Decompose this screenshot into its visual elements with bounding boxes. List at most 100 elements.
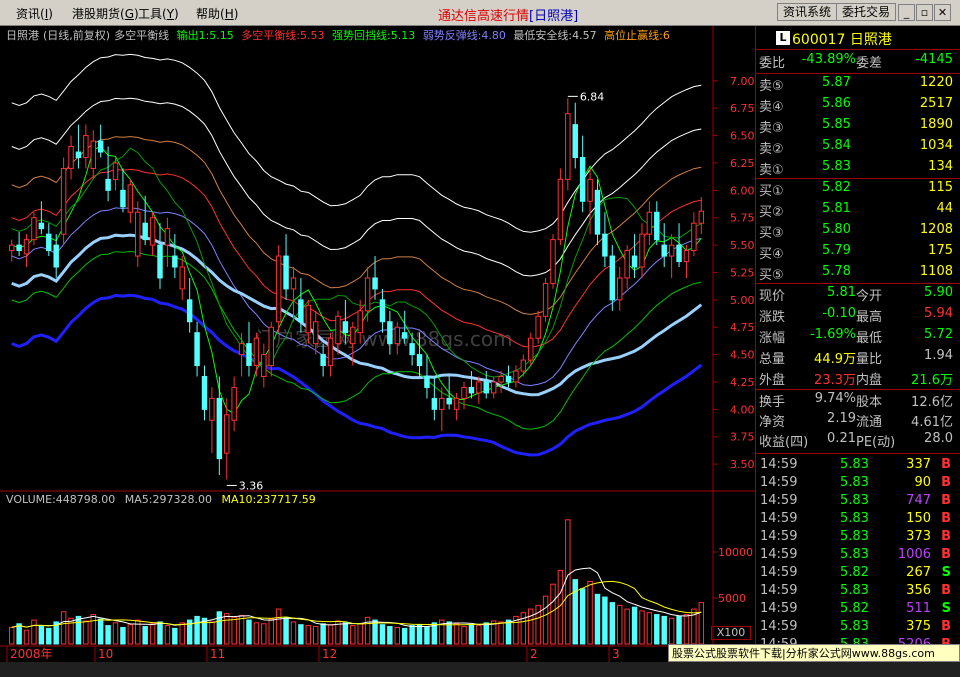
time-tick-label: 12: [322, 647, 337, 661]
stock-header: L 600017 日照港: [756, 26, 960, 50]
menu-info[interactable]: 资讯(I): [16, 5, 53, 22]
restore-icon[interactable]: ▫: [916, 4, 933, 21]
minimize-icon[interactable]: _: [898, 4, 915, 21]
tick-price: 5.83: [840, 583, 869, 598]
candle-body: [23, 239, 30, 255]
fundamental-label: 流通: [856, 415, 883, 430]
volume-bar: [8, 626, 15, 645]
volume-bar: [631, 606, 638, 645]
menu-tools[interactable]: 工具(Y): [138, 5, 179, 22]
volume-bar: [342, 622, 349, 645]
buy-volume: 175: [928, 243, 953, 258]
trade-button[interactable]: 委托交易: [836, 3, 897, 21]
kline-chart-svg[interactable]: 门户家园网 www.88gs.com7.006.756.506.256.005.…: [0, 26, 755, 677]
candle-body: [439, 397, 445, 410]
candle-body: [409, 343, 415, 356]
menu-help[interactable]: 帮助(H): [196, 5, 238, 22]
candle-body: [135, 211, 141, 257]
volume-bar: [75, 615, 82, 645]
tick-volume: 90: [914, 475, 931, 490]
price-tick-label: 3.75: [730, 431, 755, 444]
menu-bar: 资讯(I) 港股期货(G) 工具(Y) 帮助(H) 通达信高速行情[日照港] 资…: [0, 0, 960, 26]
volume-bar: [275, 608, 282, 645]
price-tick-label: 7.00: [730, 75, 755, 88]
buy-volume: 115: [928, 180, 953, 195]
volume-bar: [194, 615, 200, 645]
volume-bar: [357, 623, 363, 645]
candle-body: [594, 189, 601, 235]
sell-price: 5.84: [822, 138, 851, 153]
info-system-button[interactable]: 资讯系统: [777, 3, 838, 21]
quote-row: 现价 5.81 今开 5.90: [756, 285, 960, 306]
volume-bar: [172, 627, 178, 645]
volume-bar: [112, 622, 119, 645]
quote-label: 涨幅: [759, 331, 786, 346]
tick-row: 14:59 5.83 90 B: [756, 475, 960, 493]
tick-direction: S: [941, 601, 951, 616]
tick-row: 14:59 5.83 356 B: [756, 583, 960, 601]
tick-row: 14:59 5.83 747 B: [756, 493, 960, 511]
tick-direction: B: [941, 457, 951, 472]
sell-volume: 134: [928, 159, 953, 174]
candle-body: [542, 282, 549, 317]
sell-label: 卖②: [759, 142, 784, 157]
candle-body: [572, 124, 578, 158]
volume-bar: [16, 623, 22, 645]
tick-price: 5.82: [840, 565, 869, 580]
volume-bar: [268, 618, 274, 645]
volume-bar: [453, 623, 460, 645]
kline-chart-area[interactable]: 门户家园网 www.88gs.com 7.00 6.75 6.50 6.25 6.00 5.…: [0, 26, 755, 677]
volume-bar: [179, 622, 185, 645]
candle-body: [424, 376, 430, 388]
candle-body: [209, 397, 215, 421]
buy-volume: 1108: [919, 264, 953, 279]
volume-bar: [312, 626, 319, 645]
volume-bar: [387, 626, 393, 645]
candle-body: [357, 310, 363, 334]
sell-volume: 1034: [919, 138, 953, 153]
volume-bar: [216, 611, 223, 645]
candle-body: [149, 217, 156, 246]
candle-body: [275, 255, 282, 323]
quote-label: 涨跌: [759, 310, 786, 325]
buy-row: 买⑤ 5.78 1108: [756, 264, 960, 285]
sell-row: 卖③ 5.85 1890: [756, 117, 960, 138]
candle-body: [557, 178, 564, 241]
tick-price: 5.83: [840, 529, 869, 544]
candle-body: [453, 397, 460, 410]
volume-bar: [639, 610, 645, 645]
volume-bar: [157, 621, 163, 645]
volume-bar: [327, 624, 334, 645]
chart-mode: (日线,前复权): [43, 29, 111, 42]
candle-body: [617, 277, 623, 301]
sell-price: 5.83: [822, 159, 851, 174]
candle-body: [298, 299, 304, 323]
candle-body: [312, 321, 319, 345]
candle-body: [387, 321, 393, 345]
volume-ma5: MA5:297328.00: [124, 493, 212, 506]
fundamental-label: 收益(四): [759, 435, 809, 450]
volume-bar: [683, 614, 690, 645]
tick-price: 5.83: [840, 457, 869, 472]
footer-ad-link[interactable]: 股票公式股票软件下载|分析家公式网www.88gs.com: [668, 644, 960, 662]
close-icon[interactable]: ✕: [934, 4, 951, 21]
weibi-label: 委比: [759, 56, 786, 71]
candle-body: [476, 381, 482, 394]
quote-value: 23.3万: [814, 373, 856, 388]
volume-bar: [350, 625, 356, 645]
volume-bar: [579, 588, 586, 645]
buy-label: 买①: [759, 184, 784, 199]
buy-row: 买③ 5.80 1208: [756, 222, 960, 243]
time-tick-label: 3: [612, 647, 620, 661]
candle-body: [246, 343, 252, 367]
sell-row: 卖① 5.83 134: [756, 159, 960, 180]
volume-bar: [394, 626, 401, 645]
menu-hk-futures[interactable]: 港股期货(G): [72, 5, 139, 22]
tick-price: 5.82: [840, 601, 869, 616]
volume-bar: [290, 621, 297, 645]
buy-row: 买② 5.81 44: [756, 201, 960, 222]
candle-body: [38, 222, 45, 230]
quote-value: 5.81: [827, 285, 856, 300]
volume-tick-label: 5000: [718, 592, 746, 605]
quote-value: -1.69%: [810, 327, 856, 342]
